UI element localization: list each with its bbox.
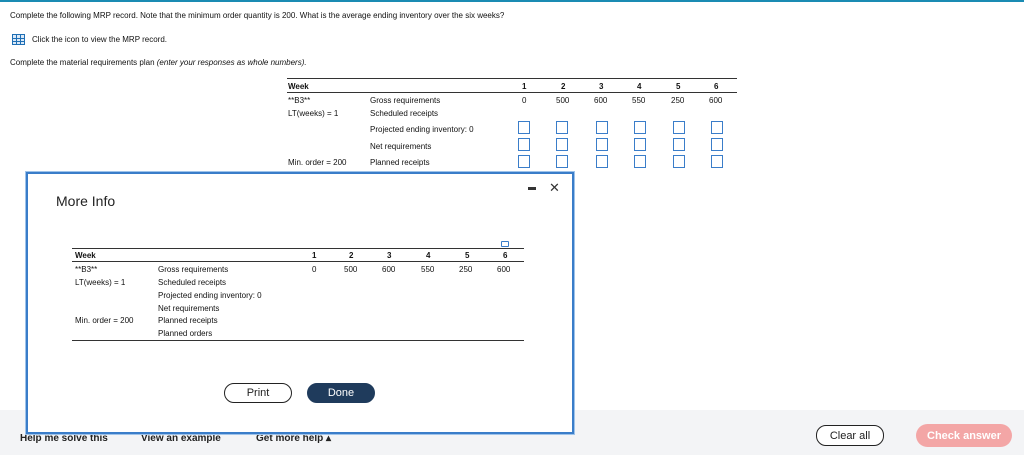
week-col-4: 4 — [637, 82, 642, 91]
week-col-5: 5 — [676, 82, 681, 91]
print-button[interactable]: Print — [224, 383, 292, 403]
gross-value-5: 250 — [671, 96, 685, 105]
check-answer-button[interactable]: Check answer — [916, 424, 1012, 447]
projected-input-4[interactable] — [634, 121, 646, 134]
planned-receipts-input-1[interactable] — [518, 155, 530, 168]
gross-value-1: 0 — [522, 96, 527, 105]
week-col-2: 2 — [561, 82, 566, 91]
modal-gross-value-6: 600 — [497, 265, 511, 274]
projected-input-3[interactable] — [596, 121, 608, 134]
more-info-modal — [26, 172, 574, 434]
modal-row-planned-orders: Planned orders — [158, 329, 213, 338]
get-more-help-link[interactable]: Get more help ▴ — [256, 433, 331, 444]
net-input-1[interactable] — [518, 138, 530, 151]
modal-gross-value-2: 500 — [344, 265, 358, 274]
planned-receipts-input-6[interactable] — [711, 155, 723, 168]
modal-gross-value-1: 0 — [312, 265, 317, 274]
net-input-4[interactable] — [634, 138, 646, 151]
modal-table-top-rule — [72, 248, 524, 249]
row-scheduled-receipts: Scheduled receipts — [370, 109, 439, 118]
view-record-link[interactable]: Click the icon to view the MRP record. — [32, 35, 167, 44]
modal-week-col-3: 3 — [387, 251, 392, 260]
lead-time-label: LT(weeks) = 1 — [288, 109, 339, 118]
modal-week-col-2: 2 — [349, 251, 354, 260]
modal-row-projected: Projected ending inventory: 0 — [158, 291, 262, 300]
minimize-icon[interactable] — [528, 187, 536, 190]
question-text: Complete the following MRP record. Note … — [10, 11, 505, 20]
table-top-rule — [287, 78, 737, 79]
modal-table-bottom-rule — [72, 340, 524, 341]
net-input-2[interactable] — [556, 138, 568, 151]
view-example-link[interactable]: View an example — [141, 433, 221, 444]
min-order-label: Min. order = 200 — [288, 158, 347, 167]
net-input-6[interactable] — [711, 138, 723, 151]
item-label: **B3** — [288, 96, 311, 105]
row-net-requirements: Net requirements — [370, 142, 432, 151]
net-input-3[interactable] — [596, 138, 608, 151]
clear-all-button[interactable]: Clear all — [816, 425, 884, 446]
modal-row-net: Net requirements — [158, 304, 220, 313]
modal-row-planned-receipts: Planned receipts — [158, 316, 218, 325]
row-gross-requirements: Gross requirements — [370, 96, 441, 105]
planned-receipts-input-5[interactable] — [673, 155, 685, 168]
projected-input-6[interactable] — [711, 121, 723, 134]
table-icon[interactable] — [12, 34, 25, 45]
gross-value-2: 500 — [556, 96, 570, 105]
week-header: Week — [288, 82, 309, 91]
projected-input-2[interactable] — [556, 121, 568, 134]
gross-value-3: 600 — [594, 96, 608, 105]
header-rule — [287, 92, 737, 93]
row-projected-inventory: Projected ending inventory: 0 — [370, 125, 474, 134]
row-planned-receipts: Planned receipts — [370, 158, 430, 167]
modal-title: More Info — [56, 193, 116, 209]
printer-icon[interactable] — [501, 241, 509, 247]
modal-gross-value-5: 250 — [459, 265, 473, 274]
planned-receipts-input-3[interactable] — [596, 155, 608, 168]
week-col-1: 1 — [522, 82, 527, 91]
gross-value-6: 600 — [709, 96, 723, 105]
projected-input-5[interactable] — [673, 121, 685, 134]
modal-min-order-label: Min. order = 200 — [75, 316, 134, 325]
close-icon[interactable]: ✕ — [549, 180, 560, 196]
week-col-3: 3 — [599, 82, 604, 91]
modal-row-scheduled: Scheduled receipts — [158, 278, 227, 287]
modal-week-header: Week — [75, 251, 96, 260]
projected-input-1[interactable] — [518, 121, 530, 134]
modal-gross-value-3: 600 — [382, 265, 396, 274]
instruction-text: Complete the material requirements plan … — [10, 58, 307, 67]
modal-row-gross: Gross requirements — [158, 265, 229, 274]
help-me-solve-link[interactable]: Help me solve this — [20, 433, 108, 444]
planned-receipts-input-4[interactable] — [634, 155, 646, 168]
modal-item-label: **B3** — [75, 265, 98, 274]
modal-header-rule — [72, 261, 524, 262]
net-input-5[interactable] — [673, 138, 685, 151]
planned-receipts-input-2[interactable] — [556, 155, 568, 168]
top-accent-line — [0, 0, 1024, 2]
modal-gross-value-4: 550 — [421, 265, 435, 274]
week-col-6: 6 — [714, 82, 719, 91]
modal-week-col-4: 4 — [426, 251, 431, 260]
modal-week-col-1: 1 — [312, 251, 317, 260]
modal-lead-time-label: LT(weeks) = 1 — [75, 278, 126, 287]
done-button[interactable]: Done — [307, 383, 375, 403]
modal-week-col-6: 6 — [503, 251, 508, 260]
gross-value-4: 550 — [632, 96, 646, 105]
modal-week-col-5: 5 — [465, 251, 470, 260]
